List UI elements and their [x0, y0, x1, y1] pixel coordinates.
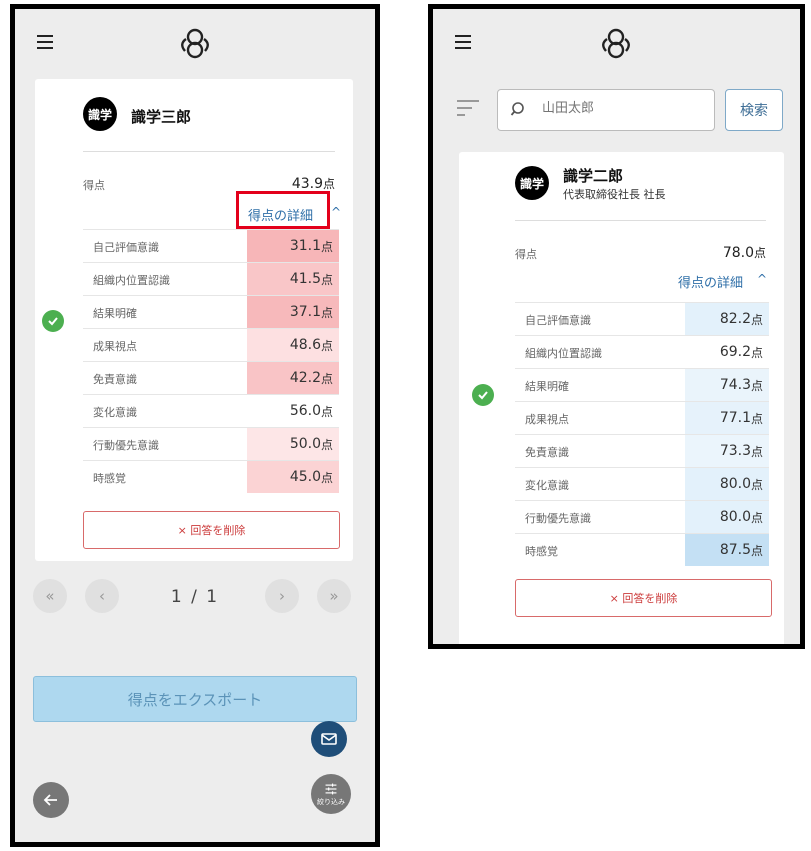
user-title: 代表取締役社長 社長 — [563, 188, 666, 201]
score-row-value: 74.3 点 — [685, 369, 769, 401]
delete-answer-button[interactable]: × 回答を削除 — [83, 511, 340, 549]
score-row: 行動優先意識 80.0 点 — [515, 500, 769, 533]
top-bar — [15, 9, 375, 79]
score-row-value: 31.1 点 — [247, 230, 339, 262]
score-row: 成果視点 77.1 点 — [515, 401, 769, 434]
check-icon — [42, 310, 64, 332]
sort-filter-icon[interactable] — [455, 97, 481, 119]
last-page-button[interactable]: » — [317, 579, 351, 613]
user-name: 識学三郎 — [131, 108, 192, 126]
check-icon — [472, 384, 494, 406]
score-row-value: 37.1 点 — [247, 296, 339, 328]
score-row-label: 時感覚 — [525, 545, 558, 558]
mail-icon — [321, 733, 337, 745]
highlight-annotation-box — [236, 191, 330, 229]
score-row-value: 87.5 点 — [685, 534, 769, 566]
app-logo-icon — [175, 27, 215, 61]
score-row-value: 77.1 点 — [685, 402, 769, 434]
user-badge: 識学 — [515, 166, 549, 200]
left-phone-screen: 識学 識学三郎 得点 43.9点 得点の詳細 ^ 自己評価意識 31.1 点組織内位… — [10, 4, 380, 847]
top-bar — [433, 9, 800, 79]
chevron-up-icon[interactable]: ^ — [331, 205, 341, 219]
arrow-left-icon — [43, 794, 57, 806]
score-row: 結果明確 74.3 点 — [515, 368, 769, 401]
score-value: 78.0点 — [722, 245, 766, 261]
search-button[interactable]: 検索 — [725, 89, 783, 131]
score-row: 自己評価意識 31.1 点 — [83, 229, 339, 262]
chevron-up-icon[interactable]: ^ — [757, 272, 767, 286]
sliders-icon — [325, 783, 337, 794]
score-row-label: 行動優先意識 — [525, 512, 591, 525]
score-row-label: 時感覚 — [93, 472, 126, 485]
score-row-label: 自己評価意識 — [93, 241, 159, 254]
search-field[interactable] — [497, 89, 715, 131]
score-row-label: 行動優先意識 — [93, 439, 159, 452]
score-row: 免責意識 42.2 点 — [83, 361, 339, 394]
score-row-label: 自己評価意識 — [525, 314, 591, 327]
score-detail-link[interactable]: 得点の詳細 — [678, 272, 743, 291]
score-value: 43.9点 — [291, 176, 335, 192]
user-badge: 識学 — [83, 97, 117, 131]
score-row-label: 結果明確 — [525, 380, 569, 393]
score-row-label: 成果視点 — [93, 340, 137, 353]
score-row-label: 変化意識 — [93, 406, 137, 419]
score-row-label: 結果明確 — [93, 307, 137, 320]
score-row: 行動優先意識 50.0 点 — [83, 427, 339, 460]
score-row-label: 成果視点 — [525, 413, 569, 426]
next-page-button[interactable]: › — [265, 579, 299, 613]
score-row-value: 80.0 点 — [685, 468, 769, 500]
score-row: 成果視点 48.6 点 — [83, 328, 339, 361]
score-row-label: 組織内位置認識 — [93, 274, 170, 287]
pagination: « ‹ 1 / 1 › » — [15, 579, 375, 619]
export-score-button[interactable]: 得点をエクスポート — [33, 676, 357, 722]
hamburger-menu-icon[interactable] — [37, 35, 53, 49]
score-label: 得点 — [83, 179, 105, 192]
mail-button[interactable] — [311, 721, 347, 757]
score-row: 変化意識 56.0 点 — [83, 394, 339, 427]
result-card: 識学 識学三郎 得点 43.9点 得点の詳細 ^ 自己評価意識 31.1 点組織内位… — [35, 79, 353, 561]
score-row-value: 56.0 点 — [247, 395, 339, 427]
score-row: 免責意識 73.3 点 — [515, 434, 769, 467]
user-name: 識学二郎 — [563, 167, 624, 185]
score-row-value: 45.0 点 — [247, 461, 339, 493]
score-row: 自己評価意識 82.2 点 — [515, 302, 769, 335]
score-row-label: 組織内位置認識 — [525, 347, 602, 360]
score-row: 組織内位置認識 41.5 点 — [83, 262, 339, 295]
score-row-value: 42.2 点 — [247, 362, 339, 394]
result-card: 識学 識学二郎 代表取締役社長 社長 得点 78.0点 得点の詳細 ^ 自己評価… — [459, 152, 784, 644]
score-row: 変化意識 80.0 点 — [515, 467, 769, 500]
score-row-label: 免責意識 — [93, 373, 137, 386]
hamburger-menu-icon[interactable] — [455, 35, 471, 49]
score-row-value: 48.6 点 — [247, 329, 339, 361]
score-row-value: 41.5 点 — [247, 263, 339, 295]
score-row: 組織内位置認識 69.2 点 — [515, 335, 769, 368]
score-label: 得点 — [515, 248, 537, 261]
back-button[interactable] — [33, 782, 69, 818]
score-row-value: 69.2 点 — [685, 336, 769, 368]
filter-button[interactable]: 絞り込み — [311, 774, 351, 814]
divider — [515, 220, 766, 221]
delete-answer-button[interactable]: × 回答を削除 — [515, 579, 772, 617]
search-input[interactable] — [540, 100, 704, 117]
filter-label: 絞り込み — [317, 797, 345, 806]
score-row: 結果明確 37.1 点 — [83, 295, 339, 328]
right-phone-screen: 検索 識学 識学二郎 代表取締役社長 社長 得点 78.0点 得点の詳細 ^ 自… — [428, 4, 805, 649]
app-logo-icon — [596, 27, 636, 61]
divider — [83, 151, 335, 152]
score-row: 時感覚 45.0 点 — [83, 460, 339, 493]
score-row-value: 73.3 点 — [685, 435, 769, 467]
score-row-label: 免責意識 — [525, 446, 569, 459]
score-row-value: 82.2 点 — [685, 303, 769, 335]
score-row: 時感覚 87.5 点 — [515, 533, 769, 566]
score-row-value: 50.0 点 — [247, 428, 339, 460]
score-row-label: 変化意識 — [525, 479, 569, 492]
score-row-value: 80.0 点 — [685, 501, 769, 533]
search-icon — [510, 102, 524, 116]
